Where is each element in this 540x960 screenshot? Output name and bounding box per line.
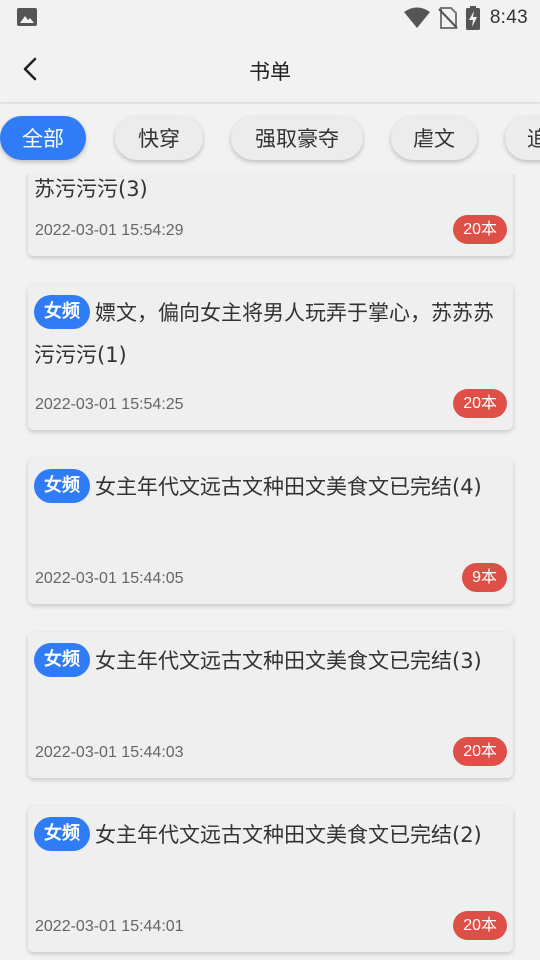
list-item[interactable]: 女频 嫖文，偏向女主将男人玩弄于掌心，苏苏苏污污污(1) 2022-03-01 1… <box>28 284 513 430</box>
booklist-date: 2022-03-01 15:44:05 <box>35 570 184 587</box>
booklist-title: 女频 嫖文，偏向女主将男人玩弄于掌心，苏苏苏污污污(1) <box>34 292 507 376</box>
list-item[interactable]: 女频 女主年代文远古文种田文美食文已完结(2) 2022-03-01 15:44:… <box>28 806 513 952</box>
gallery-icon <box>17 8 37 26</box>
tab-nuewen[interactable]: 虐文 <box>391 116 477 160</box>
booklist-title: 苏污污污(3) <box>34 177 148 201</box>
booklist-date: 2022-03-01 15:44:01 <box>35 918 184 935</box>
no-sim-icon <box>438 7 458 29</box>
booklist-date: 2022-03-01 15:44:03 <box>35 744 184 761</box>
status-bar: 8:43 <box>0 0 540 36</box>
booklist-date: 2022-03-01 15:54:25 <box>35 396 184 413</box>
book-count-badge: 20本 <box>453 389 507 418</box>
genre-badge: 女频 <box>34 643 90 677</box>
booklist: 苏污污污(3) 2022-03-01 15:54:29 20本 女频 嫖文，偏向女… <box>0 174 540 960</box>
booklist-title: 女频 女主年代文远古文种田文美食文已完结(3) <box>34 640 507 682</box>
app-header: 书单 <box>0 36 540 102</box>
tab-all[interactable]: 全部 <box>0 116 86 160</box>
booklist-title: 女频 女主年代文远古文种田文美食文已完结(4) <box>34 466 507 508</box>
tab-partial[interactable]: 追 <box>505 116 540 160</box>
genre-badge: 女频 <box>34 817 90 851</box>
genre-badge: 女频 <box>34 469 90 503</box>
booklist-date: 2022-03-01 15:54:29 <box>35 222 184 239</box>
book-count-badge: 20本 <box>453 737 507 766</box>
tab-kuaichuan[interactable]: 快穿 <box>115 116 203 160</box>
book-count-badge: 20本 <box>453 911 507 940</box>
category-tabs: 全部 快穿 强取豪夺 虐文 追 <box>0 104 540 174</box>
wifi-icon <box>403 7 430 29</box>
book-count-badge: 20本 <box>453 215 507 244</box>
status-time: 8:43 <box>489 7 528 28</box>
page-title: 书单 <box>249 60 291 84</box>
battery-charging-icon <box>465 6 480 30</box>
genre-badge: 女频 <box>34 295 90 329</box>
book-count-badge: 9本 <box>462 563 507 592</box>
list-item[interactable]: 女频 女主年代文远古文种田文美食文已完结(3) 2022-03-01 15:44:… <box>28 632 513 778</box>
booklist-title: 女频 女主年代文远古文种田文美食文已完结(2) <box>34 814 507 856</box>
list-item[interactable]: 女频 女主年代文远古文种田文美食文已完结(4) 2022-03-01 15:44:… <box>28 458 513 604</box>
tab-qiangqu-haoduo[interactable]: 强取豪夺 <box>231 116 363 160</box>
list-item[interactable]: 苏污污污(3) 2022-03-01 15:54:29 20本 <box>28 174 513 256</box>
